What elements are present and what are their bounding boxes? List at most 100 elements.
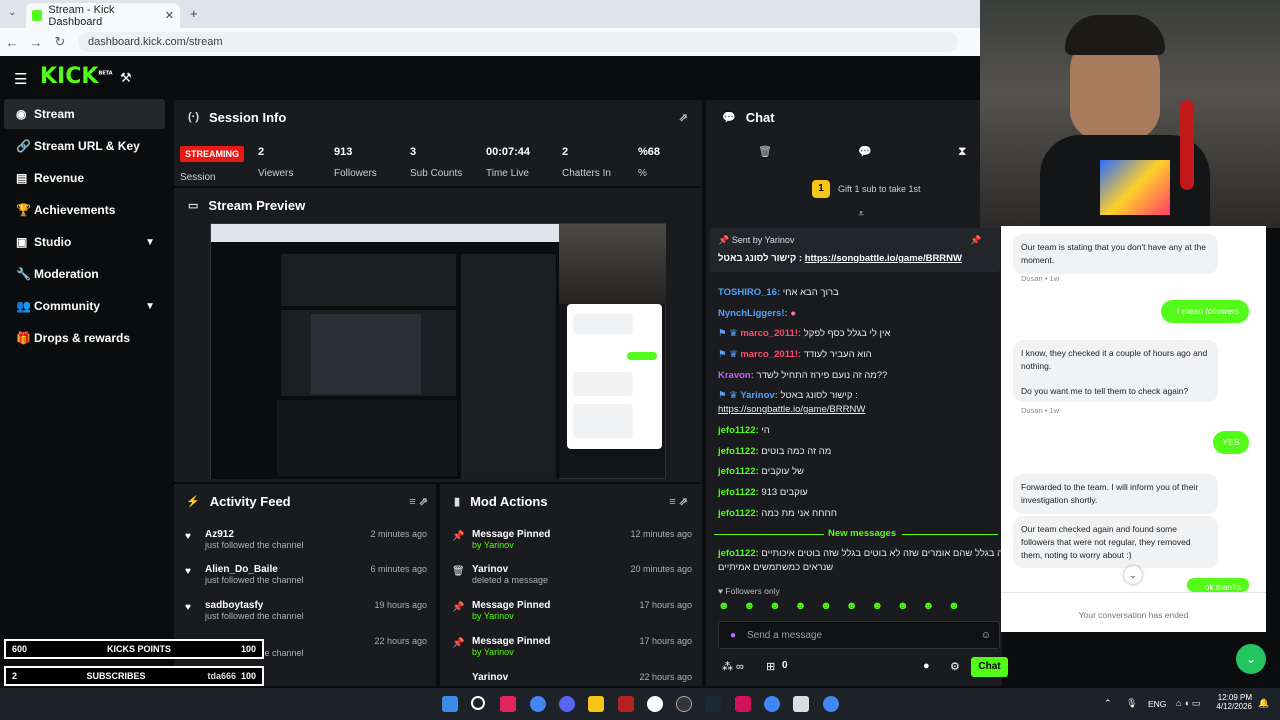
people-icon: 👥: [16, 299, 31, 313]
chat-message: jefo1122: מה זה כמה בוטים: [718, 446, 832, 457]
stream-preview-header: ▭ Stream Preview: [188, 197, 306, 213]
browser-tab[interactable]: Stream - Kick Dashboard ✕: [26, 3, 180, 28]
chat-message: jefo1122: הי: [718, 425, 770, 436]
reload-icon[interactable]: ↻: [48, 34, 72, 50]
broadcast-icon: (·): [188, 111, 199, 123]
url-text: dashboard.kick.com/stream: [88, 36, 223, 48]
chat-message: jefo1122: של עוקבים: [718, 466, 804, 477]
agent-message: Forwarded to the team. I will inform you…: [1013, 474, 1218, 514]
notepad-icon[interactable]: [793, 696, 809, 712]
sidebar-item-achievements[interactable]: 🏆 Achievements: [4, 195, 165, 225]
message-meta: Dusan • 1w: [1021, 406, 1060, 415]
gift-box-icon[interactable]: ⊞: [766, 660, 775, 673]
divider: [902, 534, 998, 535]
steam-icon[interactable]: [705, 696, 721, 712]
kicks-points-widget: 600 KICKS POINTS 100: [4, 639, 264, 659]
sidebar-item-drops[interactable]: 🎁 Drops & rewards: [4, 323, 165, 353]
sidebar-item-revenue[interactable]: ▤ Revenue: [4, 163, 165, 193]
mic-icon[interactable]: ●: [719, 630, 747, 641]
windows-start-icon[interactable]: [442, 696, 458, 712]
url-input[interactable]: dashboard.kick.com/stream: [78, 32, 958, 52]
sidebar-item-community[interactable]: 👥 Community ▼: [4, 291, 165, 321]
stat-viewers: 2 Viewers: [258, 146, 294, 179]
preview-dashboard-capture: [211, 224, 559, 479]
mic-tray-icon[interactable]: 🎙: [1126, 698, 1137, 709]
language-indicator[interactable]: ENG: [1148, 699, 1166, 709]
chat-input[interactable]: ● Send a message ☺: [718, 621, 1000, 649]
obs-icon[interactable]: [676, 696, 692, 712]
app-icon[interactable]: [735, 696, 751, 712]
trash-icon[interactable]: 🗑: [758, 145, 772, 158]
emote-row[interactable]: ☻☻☻☻☻☻☻☻☻☻: [718, 600, 1000, 616]
broadcast-icon: ◉: [16, 107, 27, 121]
message-meta: Dusan • 1w: [1021, 274, 1060, 283]
divider: [714, 534, 824, 535]
scroll-down-icon[interactable]: ⌄: [1124, 566, 1142, 584]
chrome-icon[interactable]: [823, 696, 839, 712]
popout-icon[interactable]: ⇗: [679, 111, 688, 124]
hammer-icon[interactable]: ⚒: [120, 70, 132, 86]
list-item: 📌 Message Pinned by Yarinov 17 hours ago: [452, 600, 692, 621]
lightning-icon: ⚡: [186, 495, 200, 508]
folder-icon[interactable]: [588, 696, 604, 712]
forward-icon[interactable]: →: [24, 35, 48, 50]
activity-feed-header: ⚡ Activity Feed ≡ ⇗: [186, 493, 428, 509]
send-chat-button[interactable]: Chat: [971, 657, 1008, 677]
gift-icon: 🎁: [16, 331, 31, 345]
discord-icon[interactable]: [559, 696, 575, 712]
network-icon[interactable]: ⌂ ◖ ▭: [1176, 698, 1200, 709]
kick-logo[interactable]: KICKBETA: [40, 64, 113, 89]
infinity-icon[interactable]: ⁂ ∞: [722, 660, 744, 673]
emote-icon: ●: [790, 308, 797, 319]
chat-bubble-icon: 💬: [722, 111, 736, 124]
chat-message: jefo1122: חחחח אני מת כמה: [718, 508, 837, 519]
link-icon: 🔗: [16, 139, 31, 153]
sidebar-item-moderation[interactable]: 🔧 Moderation: [4, 259, 165, 289]
subscribes-widget: 2 SUBSCRIBES tda666 100: [4, 666, 264, 686]
search-icon[interactable]: [471, 696, 485, 710]
stream-preview-video[interactable]: [210, 223, 666, 479]
chat-message-cont: שנראים כמשתמשים אמיתיים: [718, 562, 834, 573]
chat-bubble-icon[interactable]: ●: [923, 660, 930, 672]
chat-settings-icon[interactable]: 💬: [858, 145, 872, 158]
expand-icon[interactable]: ⩡: [858, 208, 864, 221]
stat-time-live: 00:07:44 Time Live: [486, 146, 531, 179]
sidebar-item-studio[interactable]: ▣ Studio ▼: [4, 227, 165, 257]
sidebar-item-stream[interactable]: ◉ Stream: [4, 99, 165, 129]
unpin-icon[interactable]: 📌: [970, 235, 981, 246]
menu-icon[interactable]: ☰: [14, 70, 27, 88]
new-messages-divider[interactable]: New messages: [828, 528, 896, 539]
stat-chatters: 2 Chatters In: [562, 146, 611, 179]
list-item: 📌 Message Pinned by Yarinov 17 hours ago: [452, 636, 692, 657]
app-icon[interactable]: [647, 696, 663, 712]
hourglass-icon[interactable]: ⧗: [958, 144, 966, 159]
clock[interactable]: 12:09 PM 4/12/2026: [1214, 693, 1252, 711]
divider: [1001, 592, 1266, 593]
emoji-icon[interactable]: ☺: [981, 630, 991, 641]
browser-tab-strip: ⌄ Stream - Kick Dashboard ✕ +: [0, 0, 980, 28]
new-tab-button[interactable]: +: [190, 6, 198, 21]
app-icon[interactable]: [500, 696, 516, 712]
close-tab-icon[interactable]: ✕: [165, 9, 174, 22]
list-item: 📌 Message Pinned by Yarinov 12 minutes ago: [452, 529, 692, 550]
back-icon[interactable]: ←: [0, 35, 24, 50]
filter-icon[interactable]: ≡ ⇗: [409, 495, 428, 508]
chrome-icon[interactable]: [764, 696, 780, 712]
sidebar: ◉ Stream 🔗 Stream URL & Key ▤ Revenue 🏆 Achi…: [0, 98, 170, 688]
pin-icon: 📌: [452, 602, 465, 613]
filter-icon[interactable]: ≡ ⇗: [669, 495, 688, 508]
tray-chevron-icon[interactable]: ⌃: [1104, 698, 1112, 709]
app-header: [0, 56, 980, 98]
app-icon[interactable]: [618, 696, 634, 712]
sidebar-item-stream-url[interactable]: 🔗 Stream URL & Key: [4, 131, 165, 161]
stat-followers: 913 Followers: [334, 146, 377, 179]
session-info-header: (·) Session Info ⇗: [188, 109, 688, 125]
chat-link[interactable]: https://songbattle.io/game/BRRNW: [718, 404, 865, 415]
support-toggle-button[interactable]: ⌄: [1236, 644, 1266, 674]
notification-icon[interactable]: 🔔: [1258, 698, 1269, 709]
heart-icon: ♥: [185, 602, 191, 613]
chrome-icon[interactable]: [530, 696, 546, 712]
tab-list-icon[interactable]: ⌄: [8, 7, 16, 18]
gift-badge[interactable]: 1: [812, 180, 830, 198]
gear-icon[interactable]: ⚙: [950, 660, 960, 673]
